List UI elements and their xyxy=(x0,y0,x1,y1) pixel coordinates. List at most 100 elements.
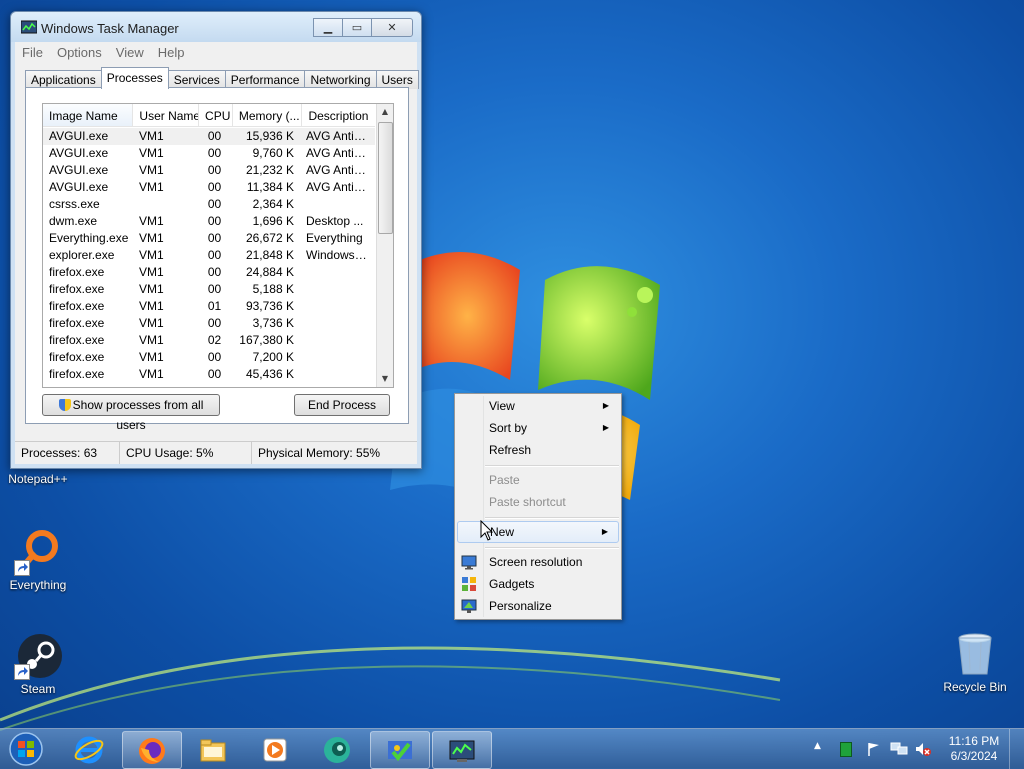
wallpaper-streak xyxy=(0,646,781,731)
table-row[interactable]: firefox.exe VM1 00 7,200 K xyxy=(43,349,375,366)
maximize-icon: ▭ xyxy=(351,21,363,34)
cell-user-name: VM1 xyxy=(139,163,164,177)
table-row[interactable]: AVGUI.exe VM1 00 9,760 K AVG Antiv... xyxy=(43,145,375,162)
cell-description xyxy=(300,332,373,349)
taskbar-avg[interactable] xyxy=(370,731,430,769)
cell-image-name: AVGUI.exe xyxy=(49,180,109,194)
taskbar-app[interactable] xyxy=(308,731,366,767)
cell-memory: 7,200 K xyxy=(252,350,294,364)
table-row[interactable]: dwm.exe VM1 00 1,696 K Desktop ... xyxy=(43,213,375,230)
table-row[interactable]: csrss.exe 00 2,364 K xyxy=(43,196,375,213)
desktop-icon-label: Recycle Bin xyxy=(943,680,1007,694)
taskbar-task-manager[interactable] xyxy=(432,731,492,769)
show-all-label: Show processes from all users xyxy=(72,398,204,432)
table-row[interactable]: AVGUI.exe VM1 00 21,232 K AVG Antiv... xyxy=(43,162,375,179)
task-manager-body: Applications Processes Services Performa… xyxy=(15,62,419,464)
table-row[interactable]: AVGUI.exe VM1 00 11,384 K AVG Antiv... xyxy=(43,179,375,196)
show-all-processes-button[interactable]: Show processes from all users xyxy=(42,394,220,432)
shortcut-arrow-icon xyxy=(14,664,30,680)
cell-description: AVG Antiv... xyxy=(306,180,369,194)
table-row[interactable]: AVGUI.exe VM1 00 15,936 K AVG Antiv... xyxy=(43,128,375,145)
menu-item-label: Screen resolution xyxy=(489,555,583,569)
cell-cpu: 00 xyxy=(207,367,222,381)
menu-separator xyxy=(485,465,619,467)
cell-description xyxy=(300,315,373,332)
cell-user-name: VM1 xyxy=(139,299,164,313)
cell-user-name: VM1 xyxy=(139,367,164,381)
vertical-scrollbar[interactable]: ▲ ▼ xyxy=(376,104,393,387)
menu-view[interactable]: View xyxy=(109,45,151,60)
table-row[interactable]: Everything.exe VM1 00 26,672 K Everything xyxy=(43,230,375,247)
scroll-thumb[interactable] xyxy=(378,122,393,234)
status-processes: Processes: 63 xyxy=(15,442,120,464)
desktop-icon-recycle-bin[interactable]: Recycle Bin xyxy=(937,630,1013,694)
cell-image-name: csrss.exe xyxy=(49,197,100,211)
menu-options[interactable]: Options xyxy=(50,45,109,60)
menu-item-personalize[interactable]: Personalize xyxy=(457,595,619,617)
column-description[interactable]: Description xyxy=(302,104,375,126)
taskbar-clock[interactable]: 11:16 PM 6/3/2024 xyxy=(944,734,1004,764)
table-row[interactable]: firefox.exe VM1 00 3,736 K xyxy=(43,315,375,332)
cell-image-name: firefox.exe xyxy=(49,350,105,364)
menu-item-label: Personalize xyxy=(489,599,552,613)
show-hidden-icons-button[interactable]: ▲ xyxy=(814,741,821,751)
menu-item-paste[interactable]: Paste xyxy=(457,469,619,491)
cell-memory: 11,384 K xyxy=(246,180,294,194)
shortcut-arrow-icon xyxy=(14,560,30,576)
desktop-icon-label: Steam xyxy=(20,682,56,696)
close-button[interactable]: ✕ xyxy=(371,18,413,37)
show-desktop-button[interactable] xyxy=(1009,729,1024,769)
desktop-context-menu: View ▶ Sort by ▶ Refresh Paste Paste short… xyxy=(454,393,622,620)
column-user-name[interactable]: User Name xyxy=(133,104,200,126)
cell-user-name: VM1 xyxy=(139,248,164,262)
menu-separator xyxy=(485,517,619,519)
tab-processes[interactable]: Processes xyxy=(100,67,169,89)
media-player-icon xyxy=(263,738,287,762)
maximize-button[interactable]: ▭ xyxy=(342,18,372,37)
volume-muted-icon[interactable] xyxy=(914,741,932,757)
column-memory[interactable]: Memory (... xyxy=(233,104,303,126)
taskbar-firefox[interactable] xyxy=(122,731,182,769)
action-center-flag-icon[interactable] xyxy=(866,741,882,757)
menu-item-sort-by[interactable]: Sort by ▶ xyxy=(457,417,619,439)
scroll-down-icon[interactable]: ▼ xyxy=(377,371,393,387)
process-list[interactable]: Image Name User Name CPU Memory (... Des… xyxy=(42,103,394,388)
menu-item-label: Gadgets xyxy=(489,577,535,591)
cell-memory: 21,848 K xyxy=(245,248,294,262)
network-icon[interactable] xyxy=(890,741,908,757)
cell-description: Everything xyxy=(306,231,363,245)
menu-item-gadgets[interactable]: Gadgets xyxy=(457,573,619,595)
taskbar-file-explorer[interactable] xyxy=(184,731,242,767)
column-image-name[interactable]: Image Name xyxy=(43,104,134,126)
menu-help[interactable]: Help xyxy=(151,45,192,60)
menu-item-screen-resolution[interactable]: Screen resolution xyxy=(457,551,619,573)
menu-item-view[interactable]: View ▶ xyxy=(457,395,619,417)
start-button[interactable] xyxy=(6,731,46,767)
menu-file[interactable]: File xyxy=(15,45,50,60)
menu-item-paste-shortcut[interactable]: Paste shortcut xyxy=(457,491,619,513)
taskbar-media-player[interactable] xyxy=(246,731,304,767)
table-row[interactable]: firefox.exe VM1 01 93,736 K xyxy=(43,298,375,315)
table-row[interactable]: explorer.exe VM1 00 21,848 K Windows ... xyxy=(43,247,375,264)
cell-image-name: firefox.exe xyxy=(49,333,105,347)
table-row[interactable]: firefox.exe VM1 00 5,188 K xyxy=(43,281,375,298)
desktop-icon-everything[interactable]: Everything xyxy=(0,528,76,592)
minimize-button[interactable]: ▁ xyxy=(313,18,343,37)
scroll-up-icon[interactable]: ▲ xyxy=(377,104,393,120)
desktop-icon-steam[interactable]: Steam xyxy=(0,632,76,696)
cell-user-name: VM1 xyxy=(139,180,164,194)
everything-app-icon xyxy=(14,528,62,576)
cell-memory: 24,884 K xyxy=(245,265,294,279)
table-row[interactable]: firefox.exe VM1 00 24,884 K xyxy=(43,264,375,281)
end-process-button[interactable]: End Process xyxy=(294,394,390,416)
title-bar[interactable]: Windows Task Manager ▁ ▭ ✕ xyxy=(11,12,421,42)
steam-app-icon xyxy=(14,632,62,680)
list-header: Image Name User Name CPU Memory (... Des… xyxy=(43,104,375,127)
table-row[interactable]: firefox.exe VM1 02 167,380 K xyxy=(43,332,375,349)
menu-item-label: Paste shortcut xyxy=(489,495,566,509)
column-cpu[interactable]: CPU xyxy=(199,104,233,126)
tray-green-icon[interactable] xyxy=(840,742,852,757)
table-row[interactable]: firefox.exe VM1 00 45,436 K xyxy=(43,366,375,383)
taskbar-internet-explorer[interactable] xyxy=(60,731,118,767)
menu-item-refresh[interactable]: Refresh xyxy=(457,439,619,461)
